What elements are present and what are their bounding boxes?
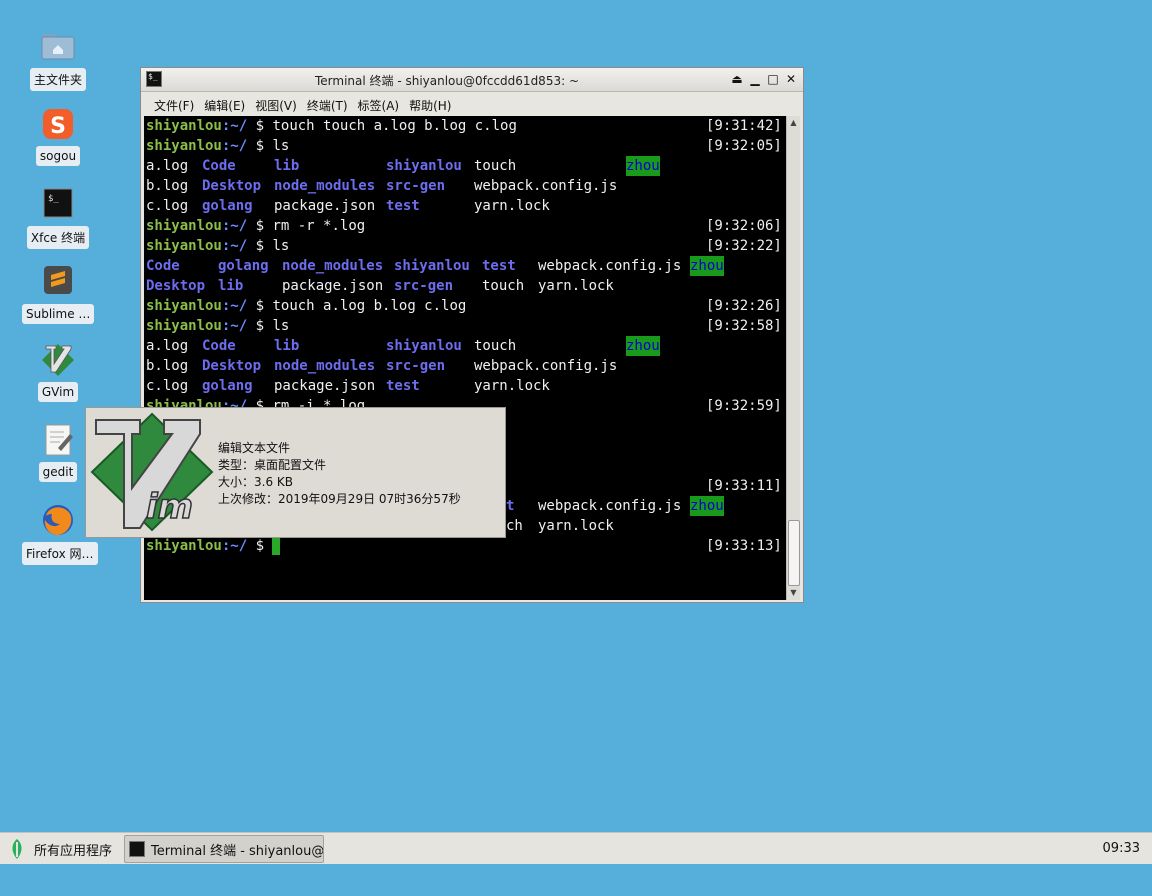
- minimize-button[interactable]: ▁: [747, 71, 763, 87]
- desktop-icon-home[interactable]: 主文件夹: [22, 28, 94, 94]
- tooltip-modified: 上次修改：2019年09月29日 07时36分57秒: [218, 492, 461, 506]
- menu-bar: 文件(F) 编辑(E) 视图(V) 终端(T) 标签(A) 帮助(H): [141, 92, 803, 116]
- menu-help[interactable]: 帮助(H): [404, 92, 456, 116]
- shade-icon[interactable]: ⏏: [729, 71, 745, 87]
- applications-menu-button[interactable]: 所有应用程序: [8, 839, 112, 859]
- desktop-bottom-strip: [0, 864, 1152, 896]
- menu-view[interactable]: 视图(V): [250, 92, 302, 116]
- terminal-icon: $_: [40, 186, 76, 222]
- applications-menu-label: 所有应用程序: [34, 843, 113, 859]
- firefox-icon: [40, 502, 76, 538]
- sublime-text-icon: [40, 264, 76, 300]
- taskbar-item-terminal[interactable]: Terminal 终端 - shiyanlou@…: [124, 835, 324, 863]
- desktop-icon-gvim[interactable]: GVim: [22, 342, 94, 405]
- gedit-icon: [40, 422, 76, 458]
- taskbar-item-label: Terminal 终端 - shiyanlou@…: [151, 843, 324, 859]
- prompt-line: shiyanlou:~/ $ rm -r *.log [9:32:06]: [146, 218, 782, 234]
- taskbar: 所有应用程序 Terminal 终端 - shiyanlou@… 09:33: [0, 832, 1152, 864]
- desktop-icon-label: Sublime …: [22, 304, 95, 324]
- prompt-line: shiyanlou:~/ $ ls [9:32:05]: [146, 138, 782, 154]
- desktop-icon-label: GVim: [37, 382, 79, 402]
- scrollbar-thumb[interactable]: [788, 520, 800, 586]
- desktop-icon-sublime[interactable]: Sublime …: [22, 264, 95, 327]
- desktop-icon-label: sogou: [35, 146, 81, 166]
- home-folder-icon: [40, 28, 76, 64]
- current-prompt[interactable]: shiyanlou:~/ $ [9:33:13]: [146, 536, 782, 556]
- tooltip-size: 大小：3.6 KB: [218, 475, 294, 489]
- menu-edit[interactable]: 编辑(E): [199, 92, 250, 116]
- menu-terminal[interactable]: 终端(T): [302, 92, 353, 116]
- menu-file[interactable]: 文件(F): [149, 92, 199, 116]
- leaf-logo-icon: [12, 839, 22, 859]
- prompt-line: shiyanlou:~/ $ ls [9:32:58]: [146, 318, 782, 334]
- desktop-icon-firefox[interactable]: Firefox 网…: [22, 502, 98, 568]
- file-info-tooltip: im 编辑文本文件 类型：桌面配置文件 大小：3.6 KB 上次修改：2019年…: [85, 407, 506, 538]
- desktop-icon-label: Firefox 网…: [22, 542, 98, 565]
- svg-text:im: im: [146, 487, 193, 527]
- menu-tabs[interactable]: 标签(A): [353, 92, 405, 116]
- desktop-icon-label: gedit: [38, 462, 78, 482]
- scroll-up-icon[interactable]: ▲: [787, 116, 800, 130]
- tooltip-name: 编辑文本文件: [218, 441, 291, 455]
- close-button[interactable]: ✕: [783, 71, 799, 87]
- svg-text:S: S: [50, 114, 66, 139]
- svg-text:$_: $_: [48, 194, 59, 204]
- maximize-button[interactable]: □: [765, 71, 781, 87]
- desktop-icon-sogou[interactable]: S sogou: [22, 106, 94, 169]
- prompt-line: shiyanlou:~/ $ ls [9:32:22]: [146, 238, 782, 254]
- tooltip-type: 类型：桌面配置文件: [218, 458, 327, 472]
- scroll-down-icon[interactable]: ▼: [787, 586, 800, 600]
- gvim-icon: im: [88, 410, 216, 534]
- text-cursor: [272, 537, 281, 555]
- window-title: Terminal 终端 - shiyanlou@0fccdd61d853: ~: [314, 74, 579, 88]
- desktop-icon-label: Xfce 终端: [26, 226, 90, 249]
- terminal-icon[interactable]: $_: [146, 71, 162, 87]
- sogou-icon: S: [40, 106, 76, 142]
- desktop-icon-label: 主文件夹: [29, 68, 86, 91]
- gvim-icon: [40, 342, 76, 378]
- prompt-line: shiyanlou:~/ $ touch touch a.log b.log c…: [146, 118, 782, 134]
- title-bar[interactable]: $_ Terminal 终端 - shiyanlou@0fccdd61d853:…: [141, 68, 803, 92]
- desktop-icon-xfce-terminal[interactable]: $_ Xfce 终端: [22, 186, 94, 252]
- desktop-icon-gedit[interactable]: gedit: [22, 422, 94, 485]
- prompt-line: shiyanlou:~/ $ touch a.log b.log c.log [9…: [146, 298, 782, 314]
- vertical-scrollbar[interactable]: ▲ ▼: [786, 116, 800, 600]
- terminal-icon: [129, 841, 145, 857]
- clock[interactable]: 09:33: [1103, 841, 1140, 856]
